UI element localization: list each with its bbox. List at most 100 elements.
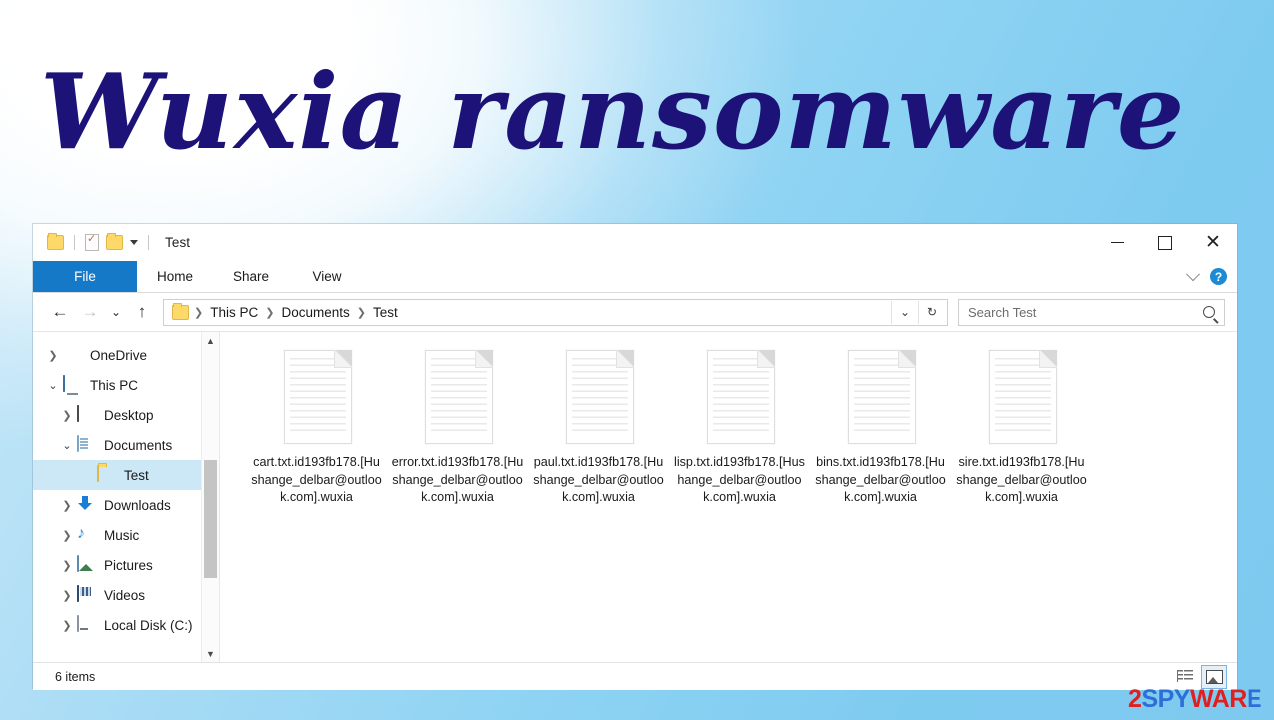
tab-share[interactable]: Share bbox=[213, 261, 289, 292]
chevron-right-icon[interactable]: ❯ bbox=[43, 349, 63, 362]
recent-locations-chevron-icon[interactable]: ⌄ bbox=[105, 298, 127, 326]
chevron-up-icon[interactable]: ▲ bbox=[202, 332, 219, 349]
chevron-down-icon[interactable]: ⌄ bbox=[891, 300, 918, 324]
sidebar-item-local-disk-c[interactable]: ❯ Local Disk (C:) bbox=[33, 610, 219, 640]
breadcrumb-item-documents[interactable]: Documents bbox=[275, 305, 355, 320]
properties-icon[interactable] bbox=[85, 232, 99, 251]
breadcrumb-separator: ❯ bbox=[194, 306, 204, 319]
status-bar: 6 items bbox=[33, 662, 1237, 690]
file-name-label: sire.txt.id193fb178.[Hushange_delbar@out… bbox=[956, 455, 1087, 504]
search-input[interactable]: Search Test bbox=[958, 298, 1225, 326]
details-view-button[interactable] bbox=[1173, 665, 1197, 687]
sidebar-item-documents[interactable]: ⌄ Documents bbox=[33, 430, 219, 460]
sidebar-item-onedrive[interactable]: ❯ OneDrive bbox=[33, 340, 219, 370]
sidebar-item-pictures[interactable]: ❯ Pictures bbox=[33, 550, 219, 580]
chevron-right-icon[interactable]: ❯ bbox=[57, 589, 77, 602]
watermark-part-3: WAR bbox=[1189, 685, 1247, 713]
chevron-down-icon[interactable]: ⌄ bbox=[57, 439, 77, 452]
file-name-label: paul.txt.id193fb178.[Hushange_delbar@out… bbox=[533, 455, 664, 504]
tab-view[interactable]: View bbox=[289, 261, 365, 292]
sidebar-item-music[interactable]: ❯ ♪ Music bbox=[33, 520, 219, 550]
sidebar-item-downloads[interactable]: ❯ Downloads bbox=[33, 490, 219, 520]
sidebar-item-test[interactable]: Test bbox=[33, 460, 219, 490]
sidebar-item-label: Test bbox=[124, 467, 149, 483]
chevron-down-icon[interactable] bbox=[1185, 266, 1201, 281]
tab-file[interactable]: File bbox=[33, 261, 137, 292]
watermark-part-4: E bbox=[1247, 685, 1261, 713]
downloads-icon bbox=[77, 496, 97, 514]
chevron-right-icon[interactable]: ❯ bbox=[57, 619, 77, 632]
search-icon[interactable] bbox=[1203, 306, 1215, 318]
watermark-2spyware: 2 SPY WAR E bbox=[1128, 685, 1262, 714]
sidebar-item-label: Local Disk (C:) bbox=[104, 617, 193, 633]
file-name-label: cart.txt.id193fb178.[Hushange_delbar@out… bbox=[251, 455, 382, 504]
text-file-icon bbox=[417, 348, 499, 448]
pictures-icon bbox=[77, 555, 97, 574]
item-count-label: 6 items bbox=[55, 669, 96, 684]
text-file-icon bbox=[840, 348, 922, 448]
help-icon[interactable]: ? bbox=[1210, 268, 1227, 285]
sidebar-item-label: Documents bbox=[104, 437, 173, 453]
tab-home[interactable]: Home bbox=[137, 261, 213, 292]
desktop-icon bbox=[77, 405, 97, 424]
chevron-right-icon[interactable]: ❯ bbox=[57, 559, 77, 572]
list-item[interactable]: error.txt.id193fb178.[Hushange_delbar@ou… bbox=[387, 348, 528, 507]
chevron-down-icon[interactable]: ⌄ bbox=[43, 379, 63, 392]
minimize-icon[interactable] bbox=[1093, 224, 1141, 261]
folder-icon[interactable] bbox=[47, 233, 64, 250]
onedrive-icon bbox=[63, 346, 83, 364]
chevron-down-icon[interactable] bbox=[130, 240, 138, 245]
navigation-pane: ❯ OneDrive ⌄ This PC ❯ Desktop ⌄ Documen… bbox=[33, 332, 220, 662]
sidebar-item-videos[interactable]: ❯ Videos bbox=[33, 580, 219, 610]
breadcrumb-item-this-pc[interactable]: This PC bbox=[204, 305, 264, 320]
window-titlebar: Test ✕ bbox=[33, 224, 1237, 261]
file-grid: cart.txt.id193fb178.[Hushange_delbar@out… bbox=[246, 348, 1237, 507]
list-item[interactable]: bins.txt.id193fb178.[Hushange_delbar@out… bbox=[810, 348, 951, 507]
maximize-icon[interactable] bbox=[1141, 224, 1189, 261]
documents-icon bbox=[77, 435, 97, 454]
file-name-label: bins.txt.id193fb178.[Hushange_delbar@out… bbox=[815, 455, 946, 504]
toolbar-separator bbox=[74, 235, 75, 250]
list-item[interactable]: cart.txt.id193fb178.[Hushange_delbar@out… bbox=[246, 348, 387, 507]
search-placeholder: Search Test bbox=[968, 304, 1037, 320]
music-icon: ♪ bbox=[77, 525, 85, 542]
list-item[interactable]: lisp.txt.id193fb178.[Hushange_delbar@out… bbox=[669, 348, 810, 507]
file-list-pane[interactable]: cart.txt.id193fb178.[Hushange_delbar@out… bbox=[220, 332, 1237, 662]
new-folder-icon[interactable] bbox=[106, 233, 123, 250]
sidebar-item-label: Pictures bbox=[104, 557, 153, 573]
up-arrow-icon[interactable]: ↑ bbox=[127, 298, 157, 326]
thispc-icon bbox=[63, 375, 83, 394]
address-bar-row: ← → ⌄ ↑ ❯ This PC ❯ Documents ❯ Test ⌄ ↻ bbox=[33, 293, 1237, 331]
list-item[interactable]: paul.txt.id193fb178.[Hushange_delbar@out… bbox=[528, 348, 669, 507]
sidebar-item-label: Music bbox=[104, 527, 140, 543]
close-icon[interactable]: ✕ bbox=[1189, 224, 1237, 261]
sidebar-item-label: Downloads bbox=[104, 497, 171, 513]
text-file-icon bbox=[699, 348, 781, 448]
sidebar-item-this-pc[interactable]: ⌄ This PC bbox=[33, 370, 219, 400]
scrollbar-thumb[interactable] bbox=[204, 460, 217, 578]
slide-canvas: Wuxia ransomware Test ✕ File Home S bbox=[0, 0, 1274, 720]
folder-icon bbox=[97, 465, 117, 484]
sidebar-item-label: This PC bbox=[90, 377, 139, 393]
chevron-right-icon[interactable]: ❯ bbox=[57, 409, 77, 422]
text-file-icon bbox=[558, 348, 640, 448]
chevron-right-icon[interactable]: ❯ bbox=[57, 529, 77, 542]
sidebar-item-label: Desktop bbox=[104, 407, 154, 423]
address-bar[interactable]: ❯ This PC ❯ Documents ❯ Test ⌄ ↻ bbox=[163, 298, 948, 326]
chevron-right-icon[interactable]: ❯ bbox=[57, 499, 77, 512]
watermark-part-2: SPY bbox=[1141, 685, 1190, 713]
file-explorer-window: Test ✕ File Home Share View ? ← → ⌄ ↑ bbox=[33, 224, 1237, 690]
list-item[interactable]: sire.txt.id193fb178.[Hushange_delbar@out… bbox=[951, 348, 1092, 507]
forward-arrow-icon[interactable]: → bbox=[75, 298, 105, 326]
sidebar-item-desktop[interactable]: ❯ Desktop bbox=[33, 400, 219, 430]
back-arrow-icon[interactable]: ← bbox=[45, 298, 75, 326]
file-name-label: error.txt.id193fb178.[Hushange_delbar@ou… bbox=[391, 455, 524, 504]
breadcrumb-item-test[interactable]: Test bbox=[367, 305, 404, 320]
window-title: Test bbox=[165, 235, 191, 250]
chevron-down-icon[interactable]: ▼ bbox=[202, 645, 219, 662]
refresh-icon[interactable]: ↻ bbox=[918, 300, 945, 324]
window-controls: ✕ bbox=[1093, 224, 1237, 261]
videos-icon bbox=[77, 585, 97, 604]
navigation-pane-scrollbar[interactable]: ▲ ▼ bbox=[201, 332, 219, 662]
quick-access-toolbar: Test bbox=[33, 232, 191, 251]
